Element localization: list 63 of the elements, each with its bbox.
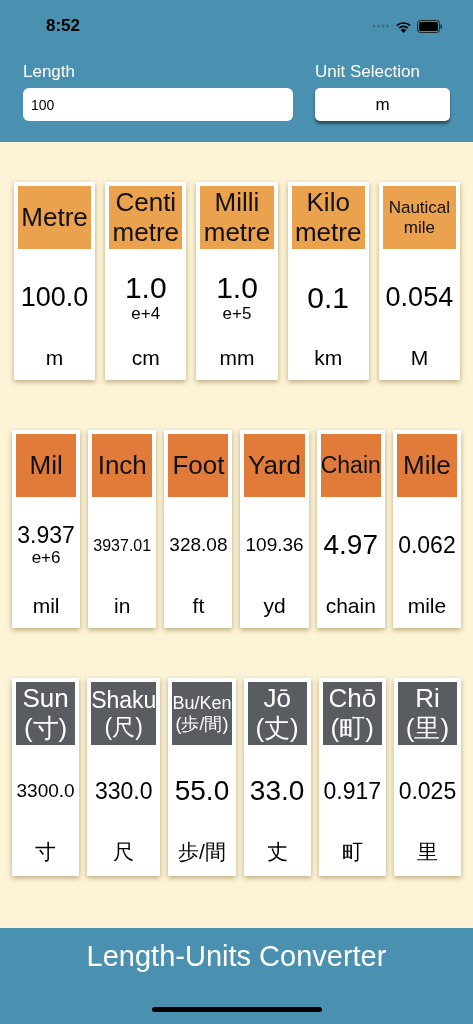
converted-value: 3.937 [17,522,75,549]
unit-selection-button[interactable]: m [315,88,450,121]
converted-value: 0.917 [323,778,382,805]
unit-symbol: 歩/間 [178,839,226,865]
unit-name: Chain [320,434,381,497]
unit-name: Ri (里) [397,682,457,745]
converted-value: 0.1 [307,281,350,314]
length-label: Length [23,62,76,82]
unit-name: Chō (町) [322,682,382,745]
unit-symbol: mm [219,346,255,371]
converted-value: 0.054 [385,282,454,313]
converted-value: 330.0 [95,778,153,805]
unit-symbol: cm [131,346,160,371]
app-title: Length-Units Converter [86,940,387,973]
status-time: 8:52 [46,16,81,36]
converted-value: 0.062 [398,532,456,559]
unit-symbol: 町 [341,839,363,865]
unit-name: Milli metre [200,186,274,249]
unit-name: Inch [92,434,153,497]
unit-name: Yard [244,434,305,497]
unit-name: Sun (寸) [16,682,76,745]
converted-value: 3937.01 [93,536,152,555]
unit-name: Kilo metre [291,186,365,249]
unit-symbol: M [410,346,429,371]
unit-name: Foot [168,434,229,497]
unit-name: Shaku (尺) [91,682,157,745]
exponent: e+5 [222,304,252,324]
unit-symbol: 寸 [35,839,57,865]
wifi-icon [395,19,412,33]
converted-value: 100.0 [20,282,89,313]
unit-name: Jō (丈) [247,682,307,745]
converted-value: 1.0 [124,271,167,304]
unit-symbol: mile [407,594,447,619]
unit-name: Centi metre [109,186,183,249]
unit-name: Bu/Ken (歩/間) [172,682,232,745]
unit-name: Mil [16,434,77,497]
converted-value: 33.0 [249,776,305,807]
unit-symbol: 里 [416,839,438,865]
converted-value: 3300.0 [16,781,75,802]
unit-symbol: yd [263,594,286,619]
unit-symbol: m [45,346,64,371]
length-input[interactable]: 100 [23,88,293,121]
unit-symbol: mil [32,594,60,619]
exponent: e+4 [131,304,161,324]
converted-value: 1.0 [216,271,258,304]
unit-name: Metre [18,186,92,249]
unit-symbol: km [314,346,343,371]
converted-value: 55.0 [174,776,230,807]
unit-name: Mile [396,434,457,497]
converted-value: 109.36 [245,535,304,556]
unit-selection-label: Unit Selection [315,62,421,82]
converted-value: 0.025 [398,778,457,805]
unit-symbol: 尺 [113,839,135,865]
unit-symbol: chain [325,594,376,619]
battery-icon [417,19,443,33]
unit-name: Nautical mile [382,186,456,249]
exponent: e+6 [31,548,61,569]
unit-symbol: 丈 [266,839,288,865]
unit-symbol: in [114,594,131,619]
converted-value: 4.97 [323,530,378,561]
unit-symbol: ft [192,594,205,619]
signal-icon [372,24,390,28]
converted-value: 328.08 [169,535,228,556]
